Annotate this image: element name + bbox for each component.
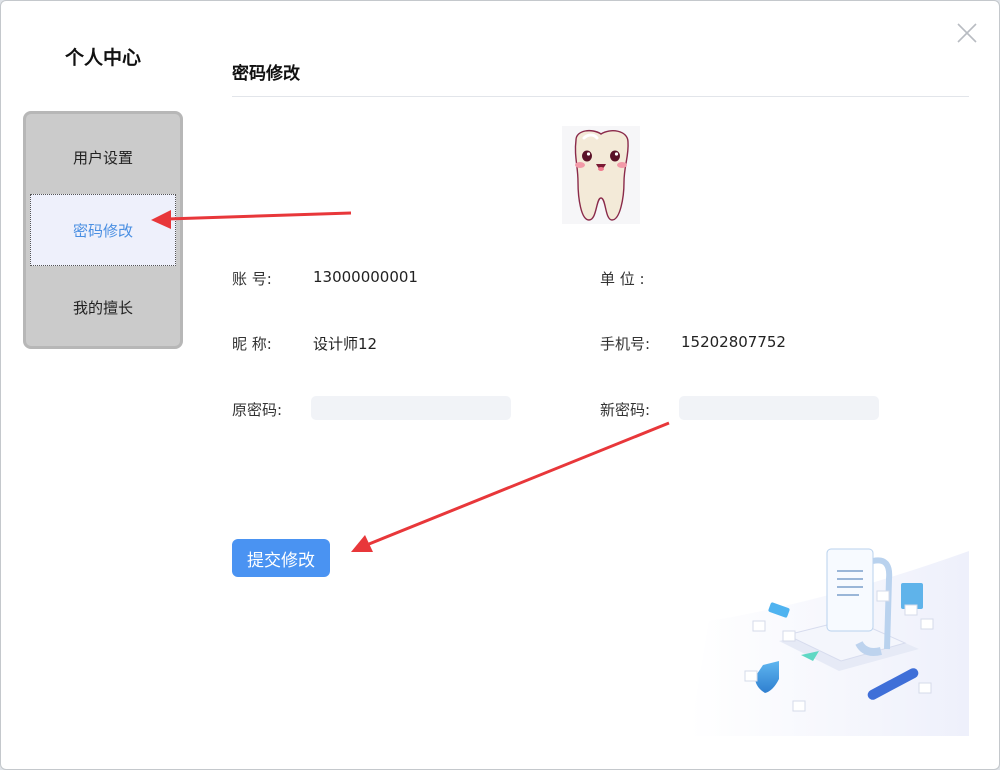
sidebar-item-password-change[interactable]: 密码修改 <box>30 194 176 266</box>
new-password-input[interactable] <box>679 396 879 420</box>
sidebar-item-user-settings[interactable]: 用户设置 <box>26 121 180 193</box>
sidebar-menu: 用户设置 密码修改 我的擅长 <box>23 111 183 349</box>
personal-center-dialog: 个人中心 用户设置 密码修改 我的擅长 密码修改 账 号: 1300000000… <box>0 0 1000 770</box>
divider <box>232 96 969 97</box>
avatar[interactable] <box>562 126 640 224</box>
nickname-label: 昵 称: <box>232 335 272 353</box>
account-label: 账 号: <box>232 270 272 288</box>
phone-value: 15202807752 <box>681 333 786 351</box>
new-password-label: 新密码: <box>600 401 651 419</box>
page-title: 密码修改 <box>232 64 300 84</box>
phone-label: 手机号: <box>600 335 651 353</box>
unit-label: 单 位 : <box>600 270 645 288</box>
old-password-input[interactable] <box>311 396 511 420</box>
submit-button[interactable]: 提交修改 <box>232 539 330 577</box>
document-illustration <box>689 548 969 736</box>
close-icon[interactable] <box>955 21 979 45</box>
sidebar-title: 个人中心 <box>64 47 141 69</box>
nickname-value: 设计师12 <box>313 335 378 353</box>
old-password-label: 原密码: <box>232 401 283 419</box>
account-value: 13000000001 <box>313 268 418 286</box>
sidebar-item-my-expertise[interactable]: 我的擅长 <box>26 271 180 343</box>
